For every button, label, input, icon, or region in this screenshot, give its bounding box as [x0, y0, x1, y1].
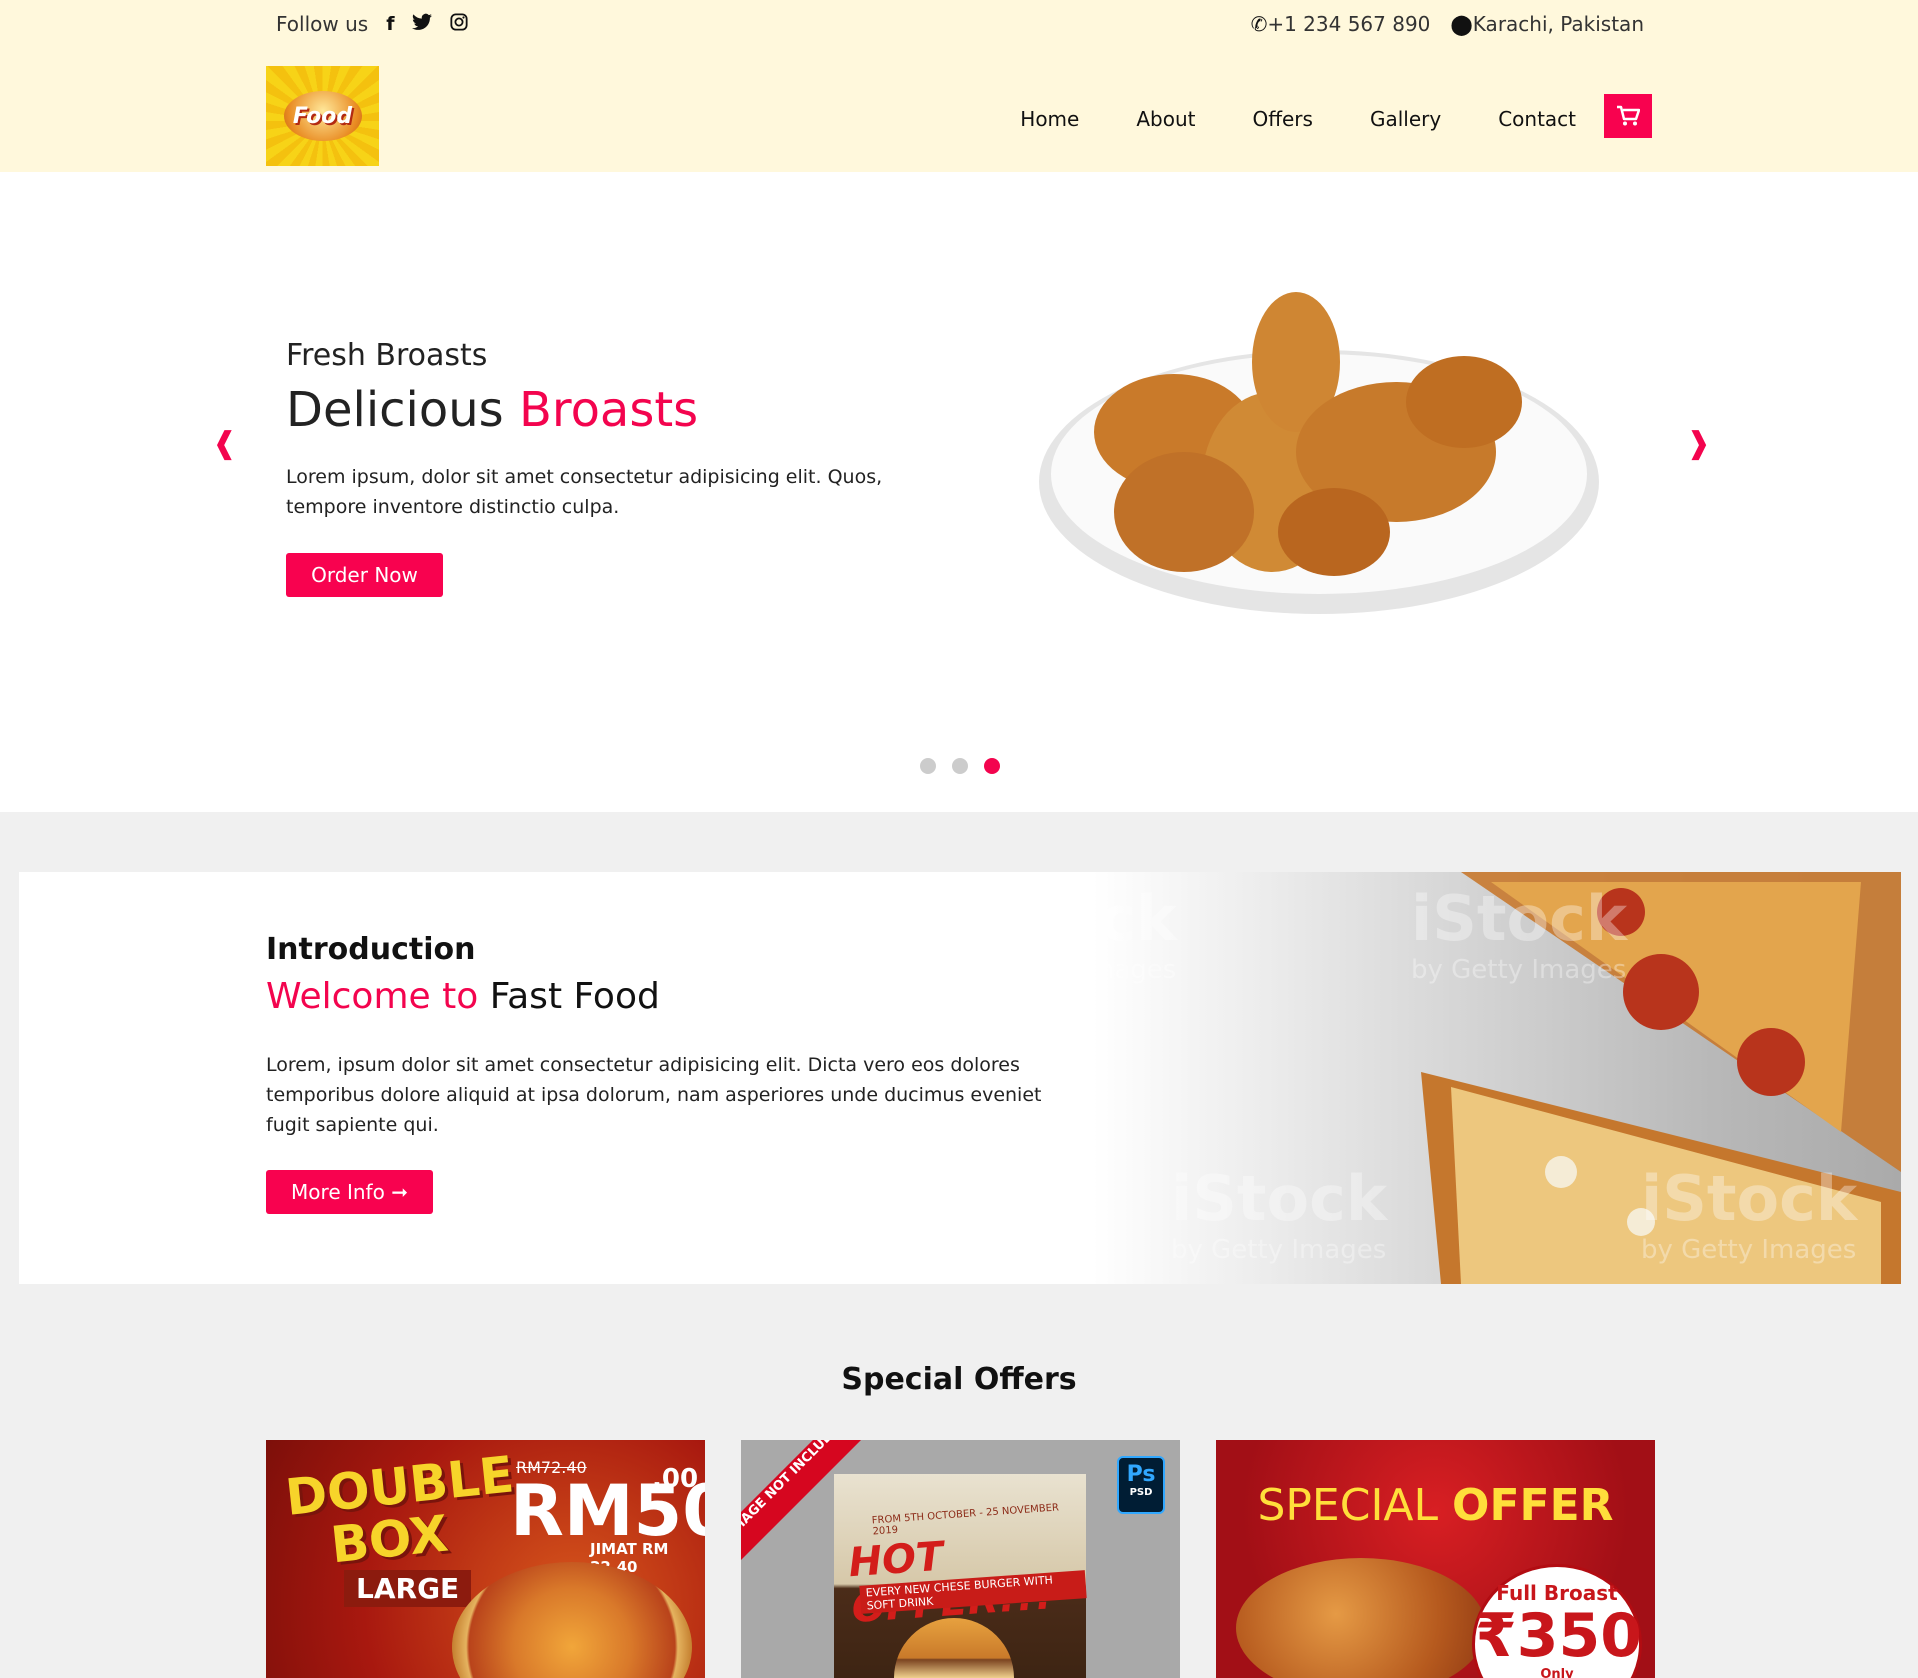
- hero-slider: ❰ Fresh Broasts Delicious Broasts Lorem …: [0, 172, 1918, 812]
- nav-about[interactable]: About: [1136, 107, 1195, 131]
- nav-contact[interactable]: Contact: [1498, 107, 1576, 131]
- twitter-icon[interactable]: [412, 13, 433, 36]
- pizza-image: [452, 1562, 692, 1678]
- slide-dot-3[interactable]: [984, 758, 1000, 774]
- offer1-cents: .00: [652, 1464, 699, 1494]
- intro-label: Introduction: [266, 932, 476, 967]
- broast-image: [1236, 1558, 1486, 1678]
- intro-heading: Welcome to Fast Food: [266, 976, 660, 1017]
- hero-subtitle: Fresh Broasts: [286, 338, 488, 373]
- logo-badge: Food: [283, 91, 362, 141]
- slider-dots: [920, 758, 1000, 774]
- facebook-icon[interactable]: f: [386, 13, 394, 35]
- phone-icon: ✆: [1250, 12, 1268, 36]
- follow-bar: Follow us f: [276, 12, 469, 36]
- offer-card-hot-offer[interactable]: FROM 5TH OCTOBER - 25 NOVEMBER 2019 HOT …: [741, 1440, 1180, 1678]
- cart-icon: [1617, 105, 1640, 126]
- hero-title-accent: Broasts: [518, 382, 699, 438]
- hot-offer-poster: FROM 5TH OCTOBER - 25 NOVEMBER 2019 HOT …: [834, 1474, 1087, 1678]
- offer1-title: DOUBLE BOX: [282, 1445, 517, 1575]
- instagram-icon[interactable]: [450, 12, 469, 36]
- slide-dot-2[interactable]: [952, 758, 968, 774]
- site-header: Follow us f ✆+1 234 567 890 ⬤Karachi, Pa…: [0, 0, 1918, 172]
- watermark-2: iStock by Getty Images: [1411, 882, 1628, 985]
- site-logo[interactable]: Food: [266, 66, 379, 166]
- special-offers-title: Special Offers: [841, 1362, 1077, 1397]
- more-info-button[interactable]: More Info ➞: [266, 1170, 433, 1214]
- contact-info: ✆+1 234 567 890 ⬤Karachi, Pakistan: [1251, 12, 1644, 36]
- phone-item[interactable]: ✆+1 234 567 890: [1251, 12, 1431, 36]
- order-now-button[interactable]: Order Now: [286, 553, 443, 597]
- main-nav: Home About Offers Gallery Contact: [1020, 94, 1652, 138]
- offer-card-double-box[interactable]: DOUBLE BOX LARGE RM72.40 RM50 .00 JIMAT …: [266, 1440, 705, 1678]
- photoshop-icon: Ps PSD: [1117, 1456, 1165, 1514]
- cart-button[interactable]: [1604, 94, 1652, 138]
- watermark-4: iStock by Getty Images: [1641, 1162, 1858, 1265]
- intro-heading-accent: Welcome to: [266, 976, 479, 1017]
- pizza-background-image: iStock by Getty Images iStock by Getty I…: [961, 872, 1901, 1284]
- phone-number: +1 234 567 890: [1267, 12, 1431, 36]
- location-item: ⬤Karachi, Pakistan: [1450, 12, 1644, 36]
- fried-chicken-image: [1039, 292, 1599, 614]
- hero-description: Lorem ipsum, dolor sit amet consectetur …: [286, 466, 883, 518]
- hero-title: Delicious Broasts: [286, 382, 698, 438]
- watermark-1: iStock by Getty Images: [961, 882, 1178, 985]
- offer3-price-badge: Full Broast ₹350 Only: [1472, 1564, 1642, 1678]
- hero-title-main: Delicious: [286, 382, 504, 438]
- slide-dot-1[interactable]: [920, 758, 936, 774]
- offer-card-full-broast[interactable]: SPECIAL OFFER Full Broast ₹350 Only: [1216, 1440, 1655, 1678]
- offer3-title: SPECIAL OFFER: [1257, 1480, 1614, 1531]
- nav-gallery[interactable]: Gallery: [1370, 107, 1441, 131]
- location-text: Karachi, Pakistan: [1472, 12, 1644, 36]
- next-slide-arrow[interactable]: ❱: [1686, 426, 1711, 461]
- intro-description: Lorem, ipsum dolor sit amet consectetur …: [266, 1054, 1042, 1136]
- prev-slide-arrow[interactable]: ❰: [212, 426, 237, 461]
- nav-offers[interactable]: Offers: [1252, 107, 1312, 131]
- offer1-size: LARGE: [344, 1570, 472, 1607]
- map-pin-icon: ⬤: [1450, 12, 1473, 36]
- nav-home[interactable]: Home: [1020, 107, 1079, 131]
- introduction-section: iStock by Getty Images iStock by Getty I…: [19, 872, 1901, 1284]
- watermark-3: iStock by Getty Images: [1171, 1162, 1388, 1265]
- social-links: f: [386, 12, 469, 36]
- intro-heading-main: Fast Food: [489, 976, 660, 1017]
- follow-label: Follow us: [276, 12, 369, 36]
